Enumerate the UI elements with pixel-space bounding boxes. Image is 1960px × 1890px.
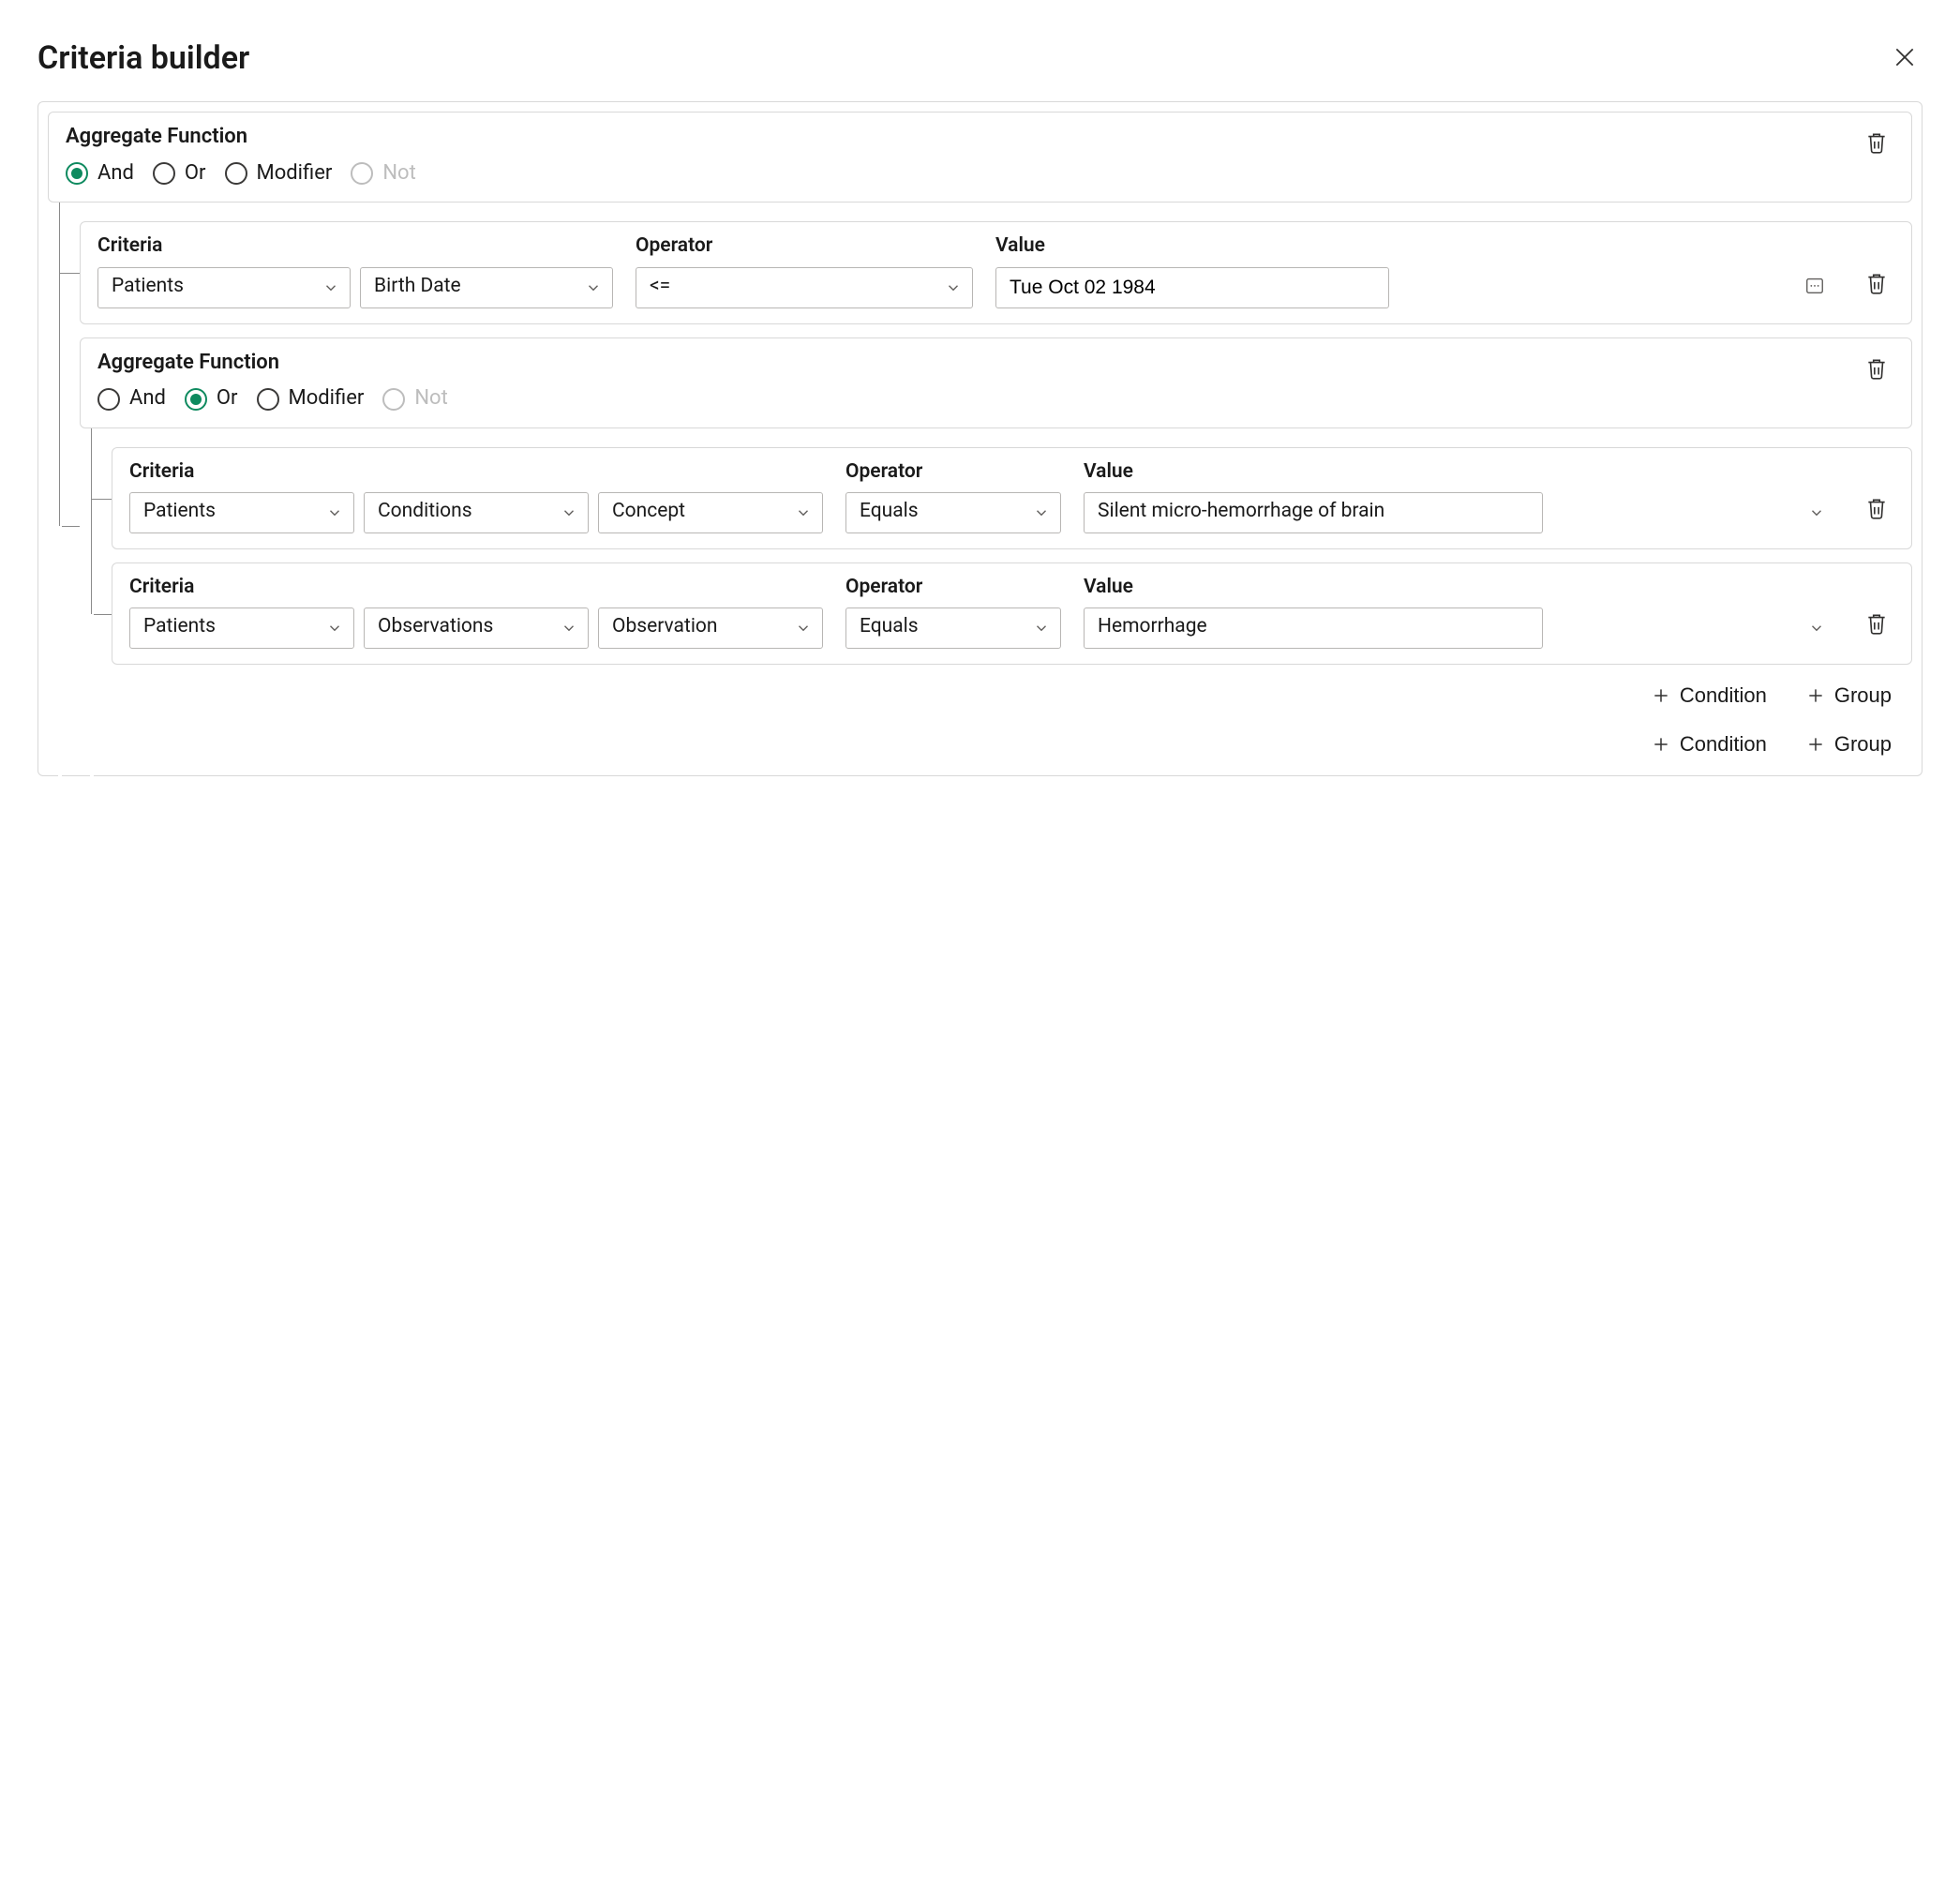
calendar-icon	[1804, 275, 1825, 295]
operator-label: Operator	[636, 233, 973, 259]
criteria-select-2-value: Observation	[598, 608, 823, 649]
plus-icon	[1806, 735, 1825, 754]
add-group-button[interactable]: Group	[1803, 727, 1895, 762]
group-header: Aggregate Function And Or Modifier Not	[80, 338, 1912, 428]
radio-modifier-label: Modifier	[257, 160, 333, 188]
aggregate-radio-group: And Or Modifier Not	[66, 160, 1840, 188]
operator-select[interactable]: Equals	[845, 492, 1061, 533]
criteria-select-1-value: Conditions	[364, 492, 589, 533]
delete-group-button[interactable]	[1859, 124, 1894, 164]
group-header: Aggregate Function And Or Modifier Not	[48, 112, 1912, 202]
criteria-select-2[interactable]: Concept	[598, 492, 823, 533]
operator-select[interactable]: <=	[636, 267, 973, 308]
operator-select[interactable]: Equals	[845, 608, 1061, 649]
radio-or[interactable]: Or	[185, 385, 238, 412]
radio-and[interactable]: And	[97, 385, 166, 412]
criteria-label: Criteria	[97, 233, 613, 259]
operator-select-value: Equals	[845, 492, 1061, 533]
radio-or-label: Or	[217, 385, 238, 412]
criteria-select-entity-value: Patients	[129, 608, 354, 649]
criteria-select-entity[interactable]: Patients	[129, 608, 354, 649]
value-label: Value	[1084, 575, 1836, 600]
group-root: Aggregate Function And Or Modifier Not	[48, 112, 1912, 762]
radio-modifier-label: Modifier	[289, 385, 365, 412]
plus-icon	[1652, 735, 1670, 754]
criteria-select-1-value: Observations	[364, 608, 589, 649]
delete-group-button[interactable]	[1859, 350, 1894, 390]
operator-select-value: <=	[636, 267, 973, 308]
value-label: Value	[1084, 459, 1836, 485]
plus-icon	[1806, 686, 1825, 705]
value-lookup[interactable]: Silent micro-hemorrhage of brain	[1084, 492, 1836, 533]
group-children: Criteria Patients Conditions	[112, 428, 1912, 666]
close-icon	[1893, 45, 1917, 69]
value-lookup-value: Hemorrhage	[1084, 608, 1543, 649]
add-condition-button[interactable]: Condition	[1648, 727, 1771, 762]
operator-select-value: Equals	[845, 608, 1061, 649]
add-group-label: Group	[1834, 683, 1892, 708]
operator-label: Operator	[845, 575, 1061, 600]
aggregate-radio-group: And Or Modifier Not	[97, 385, 1840, 412]
builder-container: Aggregate Function And Or Modifier Not	[37, 101, 1923, 776]
delete-condition-button[interactable]	[1859, 264, 1894, 305]
date-picker-button[interactable]	[1804, 275, 1825, 301]
criteria-select-entity-value: Patients	[129, 492, 354, 533]
value-date-input[interactable]	[995, 267, 1389, 308]
trash-icon	[1864, 355, 1889, 382]
criteria-select-field[interactable]: Birth Date	[360, 267, 613, 308]
plus-icon	[1652, 686, 1670, 705]
radio-not-label: Not	[382, 160, 415, 188]
value-label: Value	[995, 233, 1836, 259]
delete-condition-button[interactable]	[1859, 605, 1894, 645]
operator-label: Operator	[845, 459, 1061, 485]
add-condition-label: Condition	[1680, 683, 1767, 708]
radio-not: Not	[382, 385, 447, 412]
criteria-select-2[interactable]: Observation	[598, 608, 823, 649]
criteria-label: Criteria	[129, 459, 823, 485]
aggregate-function-label: Aggregate Function	[97, 350, 1840, 377]
criteria-select-entity[interactable]: Patients	[97, 267, 351, 308]
condition-row: Criteria Patients Observations	[112, 562, 1912, 665]
condition-row: Criteria Patients Birth Date	[80, 221, 1912, 323]
group-children: Criteria Patients Birth Date	[80, 202, 1912, 713]
delete-condition-button[interactable]	[1859, 489, 1894, 530]
chevron-down-icon	[1808, 620, 1825, 637]
criteria-select-entity-value: Patients	[97, 267, 351, 308]
criteria-select-entity[interactable]: Patients	[129, 492, 354, 533]
trash-icon	[1864, 495, 1889, 521]
radio-or-label: Or	[185, 160, 206, 188]
value-date-input-wrap	[995, 267, 1836, 308]
add-group-label: Group	[1834, 732, 1892, 757]
criteria-select-1[interactable]: Conditions	[364, 492, 589, 533]
radio-modifier[interactable]: Modifier	[225, 160, 333, 188]
page-title: Criteria builder	[37, 38, 249, 79]
radio-and-label: And	[97, 160, 134, 188]
radio-and[interactable]: And	[66, 160, 134, 188]
aggregate-function-label: Aggregate Function	[66, 124, 1840, 151]
nested-group: Aggregate Function And Or Modifier Not	[80, 338, 1912, 714]
add-condition-label: Condition	[1680, 732, 1767, 757]
value-lookup-value: Silent micro-hemorrhage of brain	[1084, 492, 1543, 533]
value-lookup[interactable]: Hemorrhage	[1084, 608, 1836, 649]
radio-or[interactable]: Or	[153, 160, 206, 188]
criteria-label: Criteria	[129, 575, 823, 600]
radio-not: Not	[351, 160, 415, 188]
trash-icon	[1864, 129, 1889, 156]
close-button[interactable]	[1887, 39, 1923, 78]
group-footer-actions: Condition Group	[48, 713, 1912, 762]
trash-icon	[1864, 270, 1889, 296]
add-group-button[interactable]: Group	[1803, 678, 1895, 713]
radio-modifier[interactable]: Modifier	[257, 385, 365, 412]
chevron-down-icon	[1808, 504, 1825, 521]
condition-row: Criteria Patients Conditions	[112, 447, 1912, 549]
trash-icon	[1864, 610, 1889, 637]
radio-and-label: And	[129, 385, 166, 412]
criteria-select-field-value: Birth Date	[360, 267, 613, 308]
radio-not-label: Not	[414, 385, 447, 412]
criteria-select-2-value: Concept	[598, 492, 823, 533]
add-condition-button[interactable]: Condition	[1648, 678, 1771, 713]
group-footer-actions: Condition Group	[80, 665, 1912, 713]
criteria-select-1[interactable]: Observations	[364, 608, 589, 649]
